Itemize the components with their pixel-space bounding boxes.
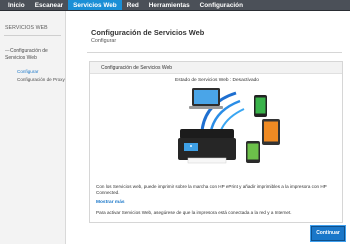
sidebar: SERVICIOS WEB —Configuración de Servicio… xyxy=(0,11,66,244)
description-text: Con los Servicios web, puede imprimir so… xyxy=(96,184,327,195)
laptop-icon xyxy=(189,88,223,109)
tab-herramientas[interactable]: Herramientas xyxy=(144,0,195,10)
page-title: Configuración de Servicios Web xyxy=(91,28,205,37)
panel-header: Configuración de Servicios Web xyxy=(90,62,342,74)
tab-inicio[interactable]: Inicio xyxy=(3,0,30,10)
sidebar-group-web-services[interactable]: —Configuración de Servicios Web xyxy=(5,48,63,61)
instruction-text: Para activar Servicios Web, asegúrese de… xyxy=(96,210,292,215)
sidebar-divider xyxy=(4,35,61,36)
sidebar-item-proxy[interactable]: Configuración de Proxy xyxy=(17,77,65,83)
tablet-icon xyxy=(262,119,280,145)
sidebar-title: SERVICIOS WEB xyxy=(5,25,48,31)
title-divider xyxy=(87,52,342,53)
tab-servicios-web[interactable]: Servicios Web xyxy=(68,0,122,10)
tab-red[interactable]: Red xyxy=(122,0,144,10)
page-subtitle: Configurar xyxy=(91,38,117,44)
sidebar-group-label: Configuración de Servicios Web xyxy=(5,48,48,61)
web-services-panel: Configuración de Servicios Web Estado de… xyxy=(89,61,343,223)
tab-configuracion[interactable]: Configuración xyxy=(195,0,248,10)
eprint-illustration xyxy=(178,88,280,164)
main-content: Configuración de Servicios Web Configura… xyxy=(67,11,350,244)
top-navigation: Inicio Escanear Servicios Web Red Herram… xyxy=(0,0,350,11)
printer-icon xyxy=(178,129,236,164)
phone-icon xyxy=(246,141,260,163)
tab-escanear[interactable]: Escanear xyxy=(30,0,68,10)
status-text: Estado de Servicios Web : Desactivado xyxy=(175,78,259,83)
continue-button[interactable]: Continuar xyxy=(310,225,346,242)
smartphone-icon xyxy=(254,95,267,117)
sidebar-item-configurar[interactable]: Configurar xyxy=(17,69,38,75)
show-more-link[interactable]: Mostrar más xyxy=(96,200,125,205)
